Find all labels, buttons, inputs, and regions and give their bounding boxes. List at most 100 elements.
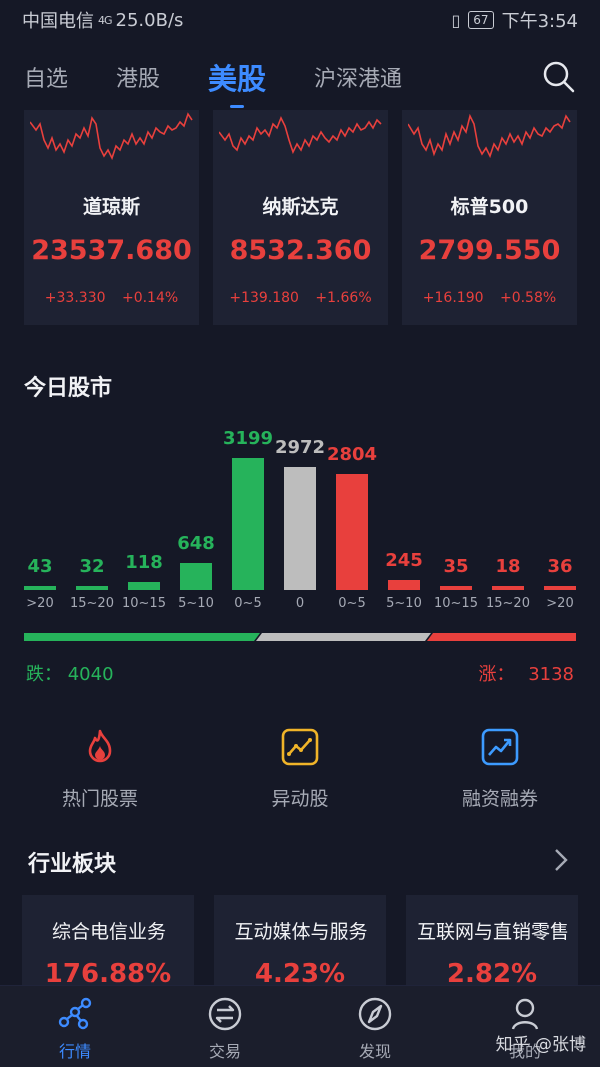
- distribution-value-label: 2972: [270, 437, 330, 458]
- index-change-points: +139.180: [229, 290, 299, 306]
- distribution-value-label: 2804: [322, 444, 382, 465]
- index-name: 道琼斯: [82, 196, 140, 218]
- distribution-value: 2972: [274, 437, 326, 458]
- distribution-bar: [336, 474, 368, 590]
- tab-us-stocks[interactable]: 美股: [208, 56, 266, 98]
- distribution-value: 648: [177, 533, 215, 554]
- shortcut-row: 热门股票 异动股 融资融券: [0, 728, 600, 811]
- distribution-bar: [232, 458, 264, 590]
- distribution-value: 118: [125, 552, 163, 573]
- index-name: 纳斯达克: [262, 196, 339, 218]
- nav-trade-label: 交易: [208, 1042, 241, 1061]
- signal-icon: 4G: [98, 13, 112, 27]
- split-rise-segment: [427, 633, 576, 641]
- distribution-bar: [492, 586, 524, 590]
- trade-icon: [208, 997, 242, 1031]
- tab-watchlist[interactable]: 自选: [24, 61, 68, 93]
- nav-market-label: 行情: [58, 1042, 91, 1061]
- distribution-range-label: >20: [26, 596, 54, 611]
- search-icon[interactable]: [542, 60, 576, 94]
- watermark: 知乎 @张博: [495, 1035, 586, 1055]
- carrier-label: 中国电信: [22, 11, 94, 32]
- distribution-value: 3199: [222, 428, 274, 449]
- rise-label: 涨：: [478, 664, 515, 685]
- vibrate-icon: ▯: [451, 10, 461, 30]
- rise-value: 3138: [528, 664, 574, 685]
- index-change-percent: +0.14%: [121, 290, 179, 306]
- index-card-sp500[interactable]: 标普500 2799.550 +16.190 +0.58%: [402, 110, 577, 325]
- distribution-value: 32: [79, 556, 105, 577]
- distribution-value: 43: [27, 556, 53, 577]
- chevron-right-icon[interactable]: [554, 848, 568, 872]
- distribution-bar: [284, 467, 316, 590]
- distribution-value: 2804: [326, 444, 378, 465]
- index-change: +33.330 +0.14%: [24, 290, 199, 306]
- distribution-range-label: 5~10: [178, 596, 214, 611]
- distribution-value-label: 648: [166, 533, 226, 554]
- profile-icon: [511, 998, 539, 1030]
- unusual-stocks-shortcut[interactable]: 异动股: [200, 728, 400, 811]
- fall-label: 跌：: [26, 664, 62, 685]
- distribution-value: 18: [495, 556, 521, 577]
- distribution-range-label: 0: [295, 596, 305, 611]
- fire-icon: [88, 729, 112, 763]
- index-change-percent: +1.66%: [315, 290, 372, 306]
- market-section-title: 今日股市: [24, 376, 113, 401]
- nav-market[interactable]: 行情: [0, 986, 150, 1067]
- index-cards: 道琼斯 23537.680 +33.330 +0.14% 纳斯达克 8532.3…: [24, 110, 577, 325]
- distribution-bar: [440, 586, 472, 590]
- sp500-sparkline: [408, 113, 571, 159]
- index-change-points: +33.330: [44, 290, 106, 306]
- distribution-range-label: 10~15: [434, 596, 478, 611]
- hot-stocks-label: 热门股票: [61, 788, 138, 810]
- distribution-bar: [24, 586, 56, 590]
- net-speed: 25.0B/s: [115, 9, 184, 31]
- distribution-range-label: 15~20: [486, 596, 530, 611]
- index-card-nasdaq[interactable]: 纳斯达克 8532.360 +139.180 +1.66%: [213, 110, 388, 325]
- market-tabs: 自选 港股 美股 沪深港通: [0, 44, 600, 110]
- sector-cards: 综合电信业务 176.88% 互动媒体与服务 4.23% 互联网与直销零售 2.…: [22, 895, 578, 995]
- margin-trading-label: 融资融券: [461, 788, 538, 810]
- nav-discover-label: 发现: [358, 1042, 391, 1061]
- distribution-value-label: 118: [114, 552, 174, 573]
- index-value: 23537.680: [31, 235, 192, 266]
- sector-name: 综合电信业务: [51, 921, 166, 943]
- index-card-dow[interactable]: 道琼斯 23537.680 +33.330 +0.14%: [24, 110, 199, 325]
- nav-trade[interactable]: 交易: [150, 986, 300, 1067]
- distribution-value-label: 43: [10, 556, 70, 577]
- split-flat-segment: [256, 633, 431, 641]
- margin-trading-shortcut[interactable]: 融资融券: [400, 728, 600, 811]
- index-value: 8532.360: [229, 235, 372, 266]
- tab-hk-stocks[interactable]: 港股: [116, 61, 160, 93]
- distribution-bar: [76, 586, 108, 590]
- sector-card[interactable]: 互联网与直销零售 2.82%: [406, 895, 578, 995]
- trend-chart-icon: [281, 728, 319, 766]
- distribution-range-label: 15~20: [70, 596, 114, 611]
- distribution-value-label: 18: [478, 556, 538, 577]
- distribution-bar: [128, 582, 160, 590]
- sector-name: 互动媒体与服务: [234, 921, 368, 943]
- hot-stocks-shortcut[interactable]: 热门股票: [0, 728, 200, 811]
- unusual-stocks-label: 异动股: [271, 788, 329, 810]
- distribution-value: 36: [547, 556, 573, 577]
- margin-chart-icon: [481, 728, 519, 766]
- distribution-value-label: 36: [530, 556, 590, 577]
- distribution-bar: [544, 586, 576, 590]
- distribution-bar: [388, 580, 420, 590]
- distribution-bar: [180, 563, 212, 590]
- nav-discover[interactable]: 发现: [300, 986, 450, 1067]
- index-name: 标普500: [450, 196, 529, 218]
- clock: 下午3:54: [501, 11, 578, 32]
- distribution-range-label: 0~5: [338, 596, 366, 611]
- sector-card[interactable]: 综合电信业务 176.88%: [22, 895, 194, 995]
- tab-stock-connect[interactable]: 沪深港通: [314, 61, 402, 93]
- distribution-value-label: 32: [62, 556, 122, 577]
- index-change: +139.180 +1.66%: [213, 290, 388, 306]
- rise-fall-distribution-chart: 43 >20 32 15~20 118 10~15 648 5~10 3199 0~5 2972 0 2…: [0, 420, 600, 620]
- distribution-range-label: 5~10: [386, 596, 422, 611]
- nasdaq-sparkline: [219, 116, 382, 155]
- index-change-points: +16.190: [422, 290, 484, 306]
- distribution-range-label: >20: [546, 596, 574, 611]
- sector-card[interactable]: 互动媒体与服务 4.23%: [214, 895, 386, 995]
- rise-count: 涨： 3138: [478, 660, 574, 686]
